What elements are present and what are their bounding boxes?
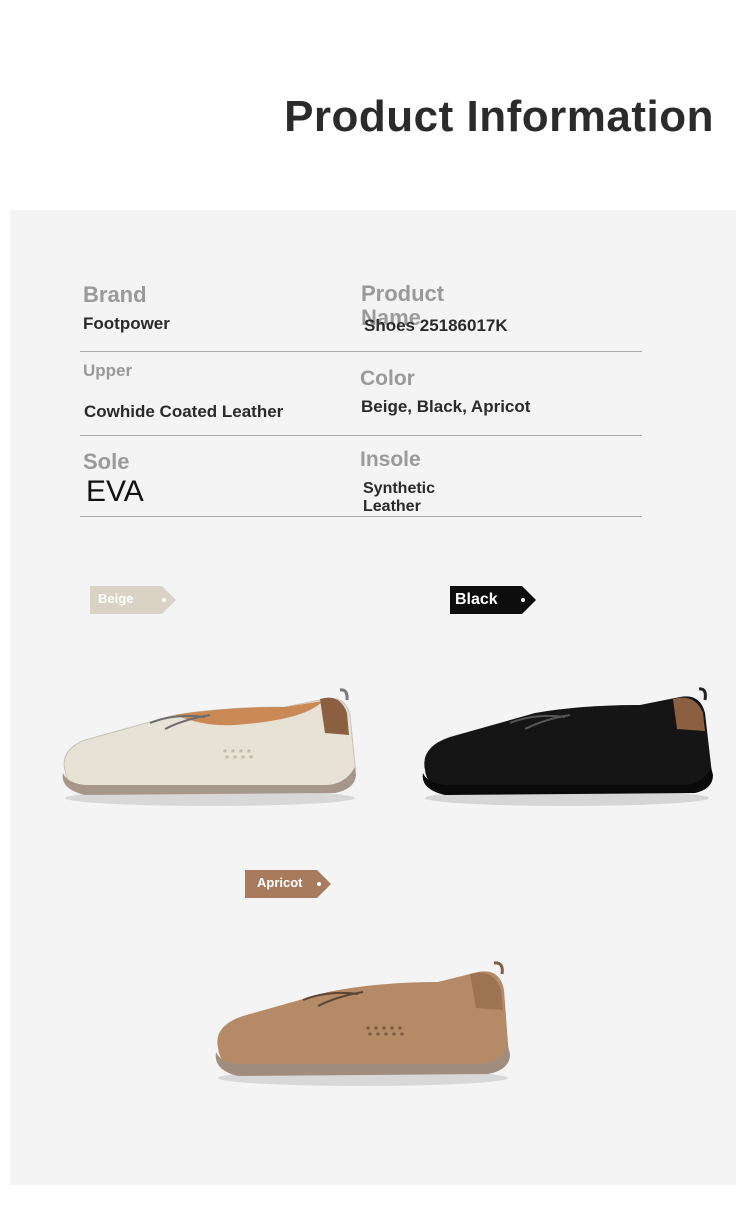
color-tag-label: Black xyxy=(455,591,498,608)
upper-label: Upper xyxy=(83,361,133,380)
apricot-shoe-image xyxy=(215,961,510,1086)
page-title: Product Information xyxy=(284,92,714,141)
color-label: Color xyxy=(360,367,415,390)
brand-value: Footpower xyxy=(83,314,170,333)
color-tag-apricot: Apricot xyxy=(245,870,335,898)
insole-value: Synthetic Leather xyxy=(363,480,436,515)
color-tag-label: Apricot xyxy=(257,875,303,890)
insole-label: Insole xyxy=(360,448,421,471)
color-tag-black: Black xyxy=(450,586,540,614)
color-tag-label: Beige xyxy=(98,591,134,606)
brand-label: Brand xyxy=(83,282,147,307)
beige-shoe-image xyxy=(62,688,357,806)
spec-divider xyxy=(80,351,642,352)
spec-divider xyxy=(80,435,642,436)
upper-value: Cowhide Coated Leather xyxy=(84,402,284,421)
sole-value: EVA xyxy=(86,475,144,508)
spec-divider xyxy=(80,516,642,517)
black-shoe-image xyxy=(422,687,713,806)
sole-label: Sole xyxy=(83,449,130,474)
color-tag-beige: Beige xyxy=(90,586,180,614)
color-value: Beige, Black, Apricot xyxy=(361,397,531,416)
product-name-value: Shoes 25186017K xyxy=(364,316,508,335)
